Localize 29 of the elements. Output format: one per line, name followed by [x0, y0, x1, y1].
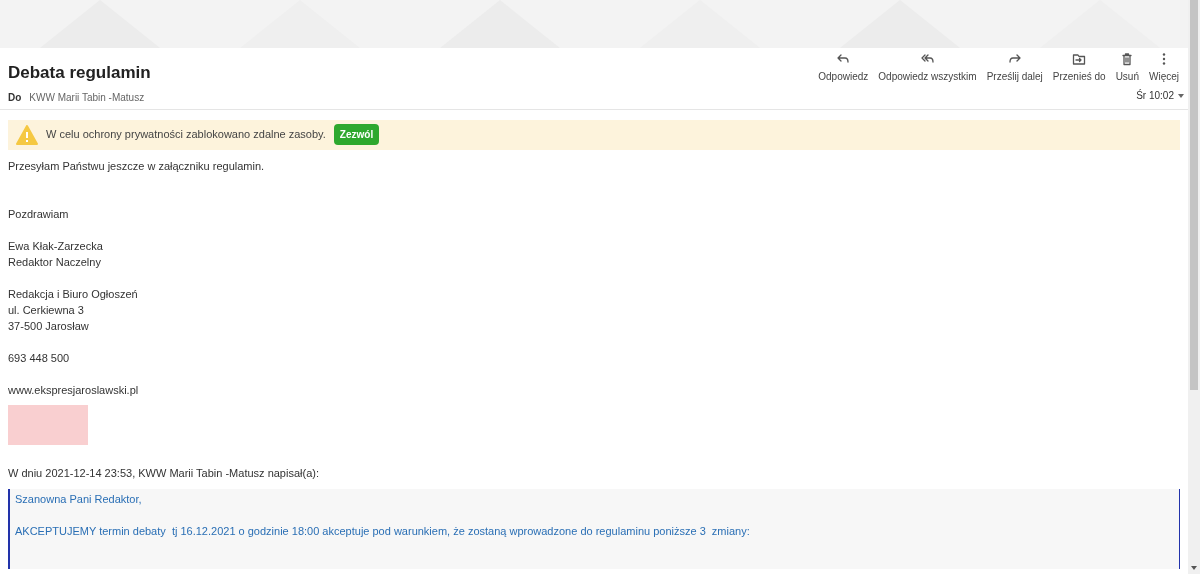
body-text: www.ekspresjaroslawski.pl: [8, 382, 140, 398]
body-text: ul. Cerkiewna 3: [8, 302, 85, 318]
quoted-text: Szanowna Pani Redaktor,: [15, 491, 143, 507]
privacy-notice-text: W celu ochrony prywatności zablokowano zdalne zasoby.: [46, 127, 326, 143]
recipient-label: Do: [8, 90, 22, 105]
body-text: W dniu 2021-12-14 23:53, KWW Marii Tabin -Matusz napisał(a):: [8, 465, 320, 481]
trash-icon: [1120, 52, 1135, 66]
quoted-text: AKCEPTUJEMY termin debaty tj 16.12.2021 o godzinie 18:00 akceptuje pod warunkiem, że zostaną wprowadzone do regulaminu poniższe 3 zmiany:: [15, 523, 751, 539]
reply-all-button[interactable]: Odpowiedz wszystkim: [877, 52, 978, 84]
body-text: Pozdrawiam: [8, 206, 70, 222]
message-time: Śr 10:02: [1136, 88, 1174, 103]
folder-arrow-icon: [1072, 52, 1087, 66]
body-text: Ewa Kłak-Zarzecka: [8, 238, 104, 254]
forward-button[interactable]: Prześlij dalej: [985, 52, 1044, 84]
body-text: 693 448 500: [8, 350, 71, 366]
body-text: Redaktor Naczelny: [8, 254, 102, 270]
message-subject: Debata regulamin: [8, 62, 151, 84]
body-text: Przesyłam Państwu jeszcze w załączniku regulamin.: [8, 158, 266, 174]
more-button[interactable]: Więcej: [1148, 52, 1180, 84]
caret-icon[interactable]: [1178, 93, 1184, 98]
scrollbar[interactable]: [1188, 0, 1200, 574]
warning-icon: [16, 124, 38, 145]
body-text: 37-500 Jarosław: [8, 318, 90, 334]
delete-button[interactable]: Usuń: [1114, 52, 1140, 84]
body-text: Redakcja i Biuro Ogłoszeń: [8, 286, 139, 302]
reply-button[interactable]: Odpowiedz: [817, 52, 870, 84]
recipient-name: KWW Marii Tabin -Matusz: [29, 90, 145, 105]
move-button[interactable]: Przenieś do: [1051, 52, 1107, 84]
scroll-down-icon[interactable]: [1191, 566, 1197, 570]
